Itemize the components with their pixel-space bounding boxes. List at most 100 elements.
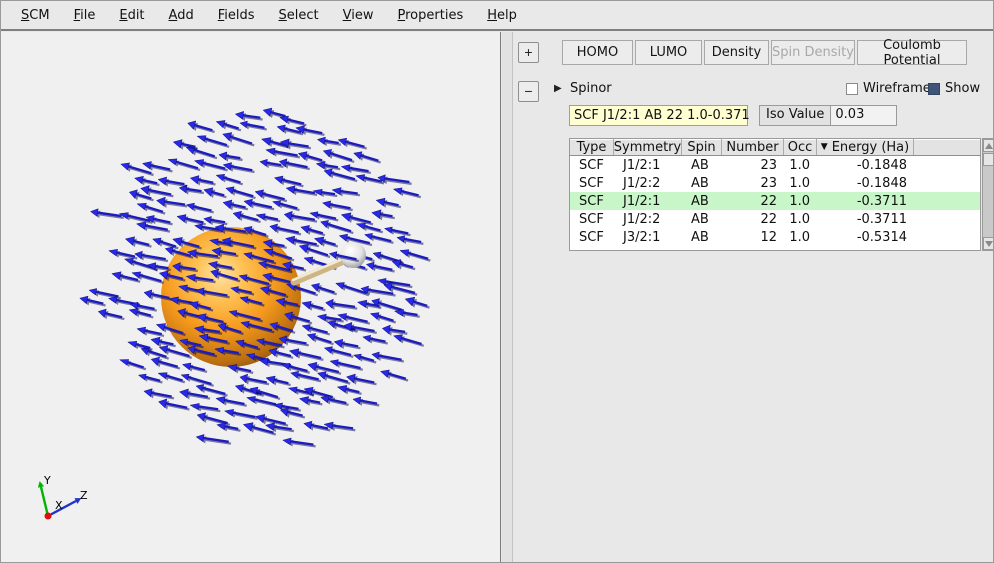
field-arrow-icon [203, 187, 227, 199]
field-arrow-icon [134, 175, 160, 187]
iso-value-label: Iso Value [759, 105, 832, 126]
menu-help[interactable]: Help [475, 4, 529, 27]
menu-add[interactable]: Add [157, 4, 206, 27]
field-arrow-icon [279, 115, 307, 127]
coulomb-potential-button[interactable]: Coulomb Potential [857, 38, 967, 68]
orbital-table-header: Type Symmetry Spin Number Occ ▼ Energy (Ha) [569, 138, 981, 156]
field-arrow-icon [196, 135, 230, 148]
homo-button[interactable]: HOMO [562, 40, 633, 65]
spinor-section-title: Spinor [570, 81, 612, 96]
field-arrow-icon [298, 396, 323, 406]
field-arrow-icon [186, 202, 214, 214]
table-cell: J1/2:2 [623, 211, 661, 227]
field-arrow-icon [353, 353, 377, 364]
table-cell: 23 [760, 157, 777, 173]
table-cell: 1.0 [789, 157, 810, 173]
column-header-symmetry[interactable]: Symmetry [614, 139, 682, 155]
table-cell: J1/2:1 [623, 157, 661, 173]
field-arrow-icon [150, 356, 181, 370]
table-scrollbar[interactable] [982, 138, 993, 251]
show-checkbox[interactable]: Show [928, 81, 980, 96]
orbital-table-body: SCF J1/2:1 AB 23 1.0 -0.1848 SCF J1/2:2 AB 23 1.0 -… [569, 156, 981, 251]
wireframe-checkbox-box[interactable] [846, 82, 858, 95]
hydrogen-sphere[interactable] [340, 242, 366, 268]
scroll-up-button[interactable] [983, 139, 993, 152]
field-arrow-icon [90, 208, 124, 220]
field-arrow-icon [222, 162, 255, 174]
column-header-energy-ha-[interactable]: ▼ Energy (Ha) [817, 139, 914, 155]
table-cell: -0.1848 [856, 157, 907, 173]
field-arrow-icon [157, 176, 187, 188]
iso-value-group: Iso Value 0.03 [759, 105, 898, 126]
table-row[interactable]: SCF J1/2:2 AB 23 1.0 -0.1848 [570, 174, 980, 192]
pane-splitter[interactable] [502, 32, 513, 562]
field-arrow-icon [393, 309, 420, 318]
table-cell: -0.3711 [856, 211, 907, 227]
field-arrow-icon [222, 132, 255, 147]
field-arrow-icon [282, 437, 316, 448]
field-arrow-icon [195, 434, 232, 445]
field-arrow-icon [224, 409, 258, 420]
table-row[interactable]: SCF J1/2:2 AB 22 1.0 -0.3711 [570, 210, 980, 228]
density-button[interactable]: Density [704, 40, 769, 65]
menu-edit[interactable]: Edit [107, 4, 156, 27]
field-arrow-icon [336, 385, 362, 396]
field-arrow-icon [134, 250, 169, 263]
table-cell: AB [691, 211, 709, 227]
column-header-type[interactable]: Type [570, 139, 614, 155]
table-cell: J3/2:1 [623, 229, 661, 245]
menu-file[interactable]: File [62, 4, 108, 27]
field-arrow-icon [124, 236, 152, 248]
selected-orbital-field[interactable]: SCF J1/2:1 AB 22 1.0 -0.371 [569, 105, 750, 126]
scroll-down-button[interactable] [983, 237, 993, 250]
table-cell: 23 [760, 175, 777, 191]
axis-triad: Y Z X [37, 474, 88, 520]
field-arrow-icon [340, 212, 374, 226]
add-field-button[interactable]: + [518, 42, 539, 63]
table-row[interactable]: SCF J3/2:1 AB 12 1.0 -0.5314 [570, 228, 980, 246]
lumo-button[interactable]: LUMO [635, 40, 702, 65]
y-axis-label: Y [43, 474, 51, 487]
spinor-disclosure-triangle[interactable]: ▶ [554, 83, 562, 94]
selected-orbital-energy: -0.371 [707, 108, 750, 123]
column-header-label: Symmetry [614, 139, 682, 155]
field-arrow-icon [119, 359, 147, 371]
field-arrow-icon [234, 111, 263, 122]
table-cell: SCF [579, 193, 604, 209]
field-arrow-icon [254, 189, 288, 203]
field-arrow-icon [268, 347, 294, 359]
field-arrow-icon [265, 375, 291, 387]
sort-descending-icon: ▼ [820, 142, 828, 152]
table-row[interactable]: SCF J1/2:1 AB 22 1.0 -0.3711 [570, 192, 980, 210]
scroll-thumb[interactable] [983, 153, 993, 166]
menu-select[interactable]: Select [267, 4, 331, 27]
menu-fields[interactable]: Fields [206, 4, 267, 27]
column-header-spin[interactable]: Spin [682, 139, 722, 155]
wireframe-checkbox[interactable]: Wireframe [846, 81, 931, 96]
fields-panel: + − HOMO LUMO Density Spin Density Coulomb P… [513, 32, 993, 562]
field-arrow-icon [215, 174, 244, 186]
menu-scm[interactable]: SCM [9, 4, 62, 27]
field-arrow-icon [127, 341, 153, 351]
iso-value-input[interactable]: 0.03 [831, 105, 898, 126]
column-header-occ[interactable]: Occ [784, 139, 817, 155]
field-arrow-icon [320, 220, 354, 235]
menu-properties[interactable]: Properties [386, 4, 476, 27]
field-arrow-icon [329, 359, 363, 371]
field-arrow-icon [269, 223, 302, 236]
field-arrow-icon [333, 338, 361, 350]
table-row[interactable]: SCF J1/2:1 AB 23 1.0 -0.1848 [570, 156, 980, 174]
show-checkbox-box[interactable] [928, 82, 940, 95]
field-arrow-icon [297, 151, 325, 164]
column-header-number[interactable]: Number [722, 139, 784, 155]
field-arrow-icon [288, 348, 324, 361]
field-arrow-icon [232, 210, 261, 224]
field-arrow-icon [97, 308, 125, 321]
menu-view[interactable]: View [331, 4, 386, 27]
field-arrow-icon [143, 388, 175, 400]
field-arrow-icon [404, 296, 430, 309]
molecule-3d-viewport[interactable]: Y Z X [1, 32, 501, 562]
field-arrow-icon [215, 396, 247, 407]
field-arrow-icon [137, 373, 163, 384]
table-cell: SCF [579, 229, 604, 245]
